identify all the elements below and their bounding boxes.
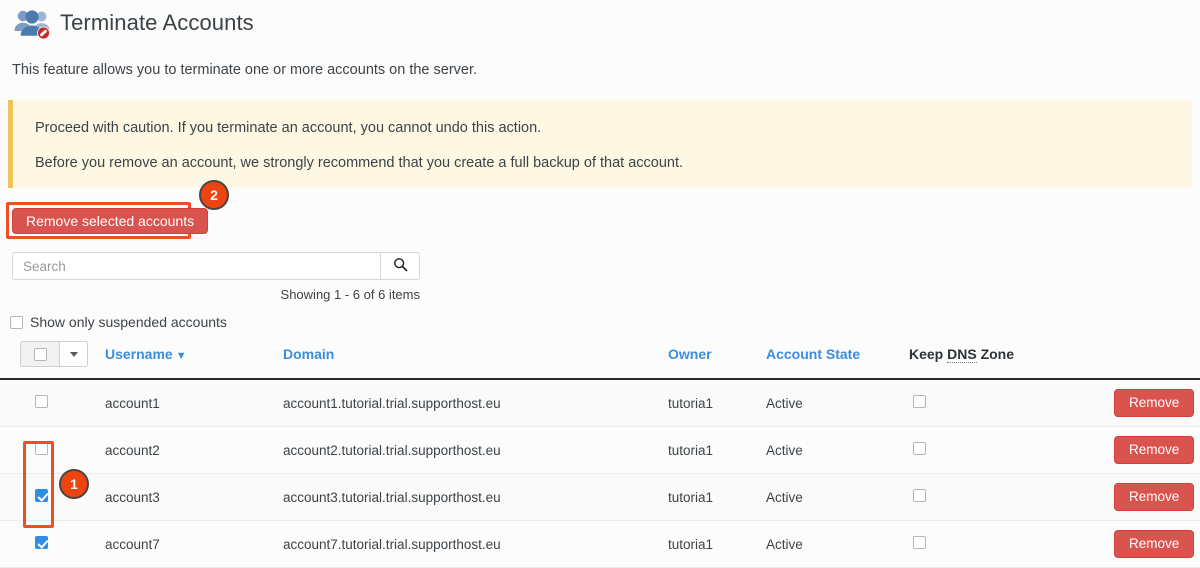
column-header-account-state[interactable]: Account State [766,341,909,381]
callout-line-2: Before you remove an account, we strongl… [35,155,684,172]
select-all-dropdown-button[interactable] [60,341,88,368]
accounts-table: Username ▼ Domain Owner Account State Kee… [0,341,1200,568]
row-action-cell: Remove [1114,520,1200,568]
row-owner: tutoria1 [668,520,766,568]
row-action-cell: Remove [1114,426,1200,475]
row-keep-dns-checkbox[interactable] [913,536,926,550]
search-button[interactable] [380,252,420,281]
remove-row-button[interactable]: Remove [1114,389,1195,418]
row-account-state: Active [766,520,909,568]
row-select-cell[interactable] [0,520,105,568]
accounts-table-body: account1 account1.tutorial.trial.support… [0,379,1200,568]
row-select-checkbox[interactable] [35,489,48,503]
row-domain: account7.tutorial.trial.supporthost.eu [283,520,668,568]
search-input[interactable] [12,252,380,281]
row-action-cell: Remove [1114,473,1200,522]
column-header-username[interactable]: Username ▼ [105,341,283,381]
row-domain: account1.tutorial.trial.supporthost.eu [283,379,668,428]
sort-desc-icon: ▼ [175,350,187,363]
table-row: account7 account7.tutorial.trial.support… [0,520,1200,568]
warning-callout: Proceed with caution. If you terminate a… [8,100,1192,189]
column-header-actions [1114,341,1200,381]
row-keep-dns-checkbox[interactable] [913,395,926,409]
table-row: account3 account3.tutorial.trial.support… [0,473,1200,522]
keep-dns-suffix: Zone [976,346,1015,363]
search-icon [393,257,408,275]
row-select-checkbox[interactable] [35,536,48,550]
row-account-state: Active [766,426,909,475]
page-header: Terminate Accounts [0,0,1200,44]
row-domain: account3.tutorial.trial.supporthost.eu [283,473,668,522]
row-account-state: Active [766,473,909,522]
column-header-domain[interactable]: Domain [283,341,668,381]
row-domain: account2.tutorial.trial.supporthost.eu [283,426,668,475]
dns-abbr: DNS [947,346,977,364]
row-username: account7 [105,520,283,568]
keep-dns-prefix: Keep [909,346,948,363]
page-title: Terminate Accounts [60,10,254,35]
select-all-header [0,341,105,381]
row-select-cell[interactable] [0,473,105,522]
column-header-owner[interactable]: Owner [668,341,766,381]
show-suspended-checkbox[interactable] [10,315,23,329]
row-select-checkbox[interactable] [35,395,48,409]
action-row: Remove selected accounts [0,202,1200,246]
showing-count: Showing 1 - 6 of 6 items [280,287,420,303]
row-keep-dns-cell[interactable] [909,473,1114,522]
remove-row-button[interactable]: Remove [1114,530,1195,559]
step-marker-2: 2 [199,180,229,210]
table-row: account1 account1.tutorial.trial.support… [0,379,1200,428]
remove-row-button[interactable]: Remove [1114,483,1195,512]
select-all-group[interactable] [20,341,88,368]
row-action-cell: Remove [1114,379,1200,428]
users-blocked-icon [12,7,52,41]
callout-line-1: Proceed with caution. If you terminate a… [35,120,542,137]
show-suspended-label: Show only suspended accounts [30,314,227,331]
step-marker-1: 1 [59,469,89,499]
table-row: account2 account2.tutorial.trial.support… [0,426,1200,475]
row-keep-dns-checkbox[interactable] [913,489,926,503]
row-keep-dns-cell[interactable] [909,379,1114,428]
row-select-checkbox[interactable] [35,442,48,456]
column-header-keep-dns-zone: Keep DNS Zone [909,341,1114,381]
row-keep-dns-cell[interactable] [909,426,1114,475]
row-username: account3 [105,473,283,522]
remove-selected-accounts-button[interactable]: Remove selected accounts [12,208,209,235]
select-all-checkbox-wrap[interactable] [20,341,60,368]
row-keep-dns-cell[interactable] [909,520,1114,568]
select-all-checkbox[interactable] [34,347,47,361]
intro-text: This feature allows you to terminate one… [12,62,478,78]
row-owner: tutoria1 [668,473,766,522]
chevron-down-icon [69,351,78,357]
table-header-row: Username ▼ Domain Owner Account State Kee… [0,341,1200,381]
accounts-table-wrap: Username ▼ Domain Owner Account State Kee… [0,341,1200,568]
row-owner: tutoria1 [668,426,766,475]
row-username: account2 [105,426,283,475]
row-keep-dns-checkbox[interactable] [913,442,926,456]
row-select-cell[interactable] [0,379,105,428]
show-suspended-filter[interactable]: Show only suspended accounts [10,314,1200,330]
remove-row-button[interactable]: Remove [1114,436,1195,465]
column-header-username-label: Username [105,346,173,363]
search-row [12,252,420,281]
row-owner: tutoria1 [668,379,766,428]
row-select-cell[interactable] [0,426,105,475]
row-account-state: Active [766,379,909,428]
row-username: account1 [105,379,283,428]
